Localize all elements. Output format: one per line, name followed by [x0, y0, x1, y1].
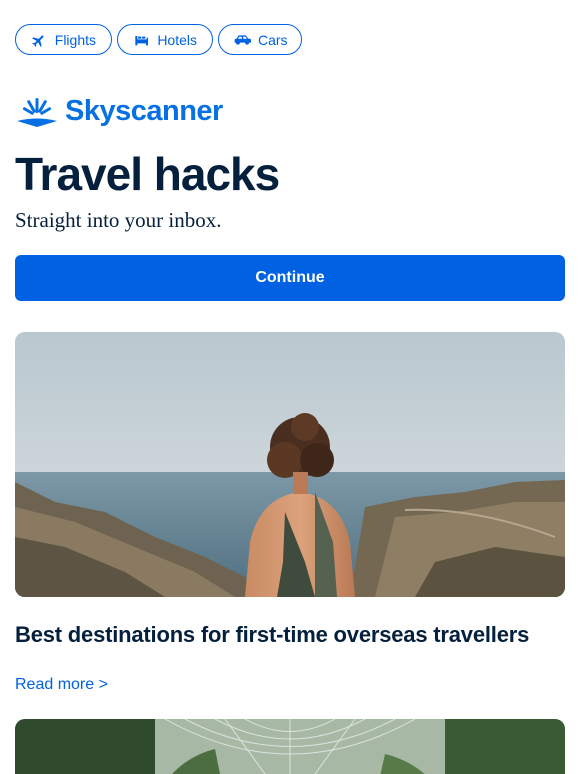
nav-hotels-label: Hotels [157, 31, 197, 48]
nav-hotels-button[interactable]: Hotels [117, 24, 213, 55]
sunrise-logo-icon [17, 97, 57, 127]
read-more-link[interactable]: Read more > [15, 676, 108, 694]
article-title[interactable]: Best destinations for first-time oversea… [15, 622, 529, 648]
continue-button[interactable]: Continue [15, 255, 565, 301]
nav-cars-button[interactable]: Cars [218, 24, 302, 55]
page-subtitle: Straight into your inbox. [15, 208, 222, 232]
nav-flights-button[interactable]: Flights [15, 24, 112, 55]
brand-name: Skyscanner [65, 95, 223, 127]
bed-icon [133, 31, 150, 49]
plane-icon [31, 31, 48, 49]
car-icon [234, 31, 251, 49]
article-hero-image[interactable] [15, 332, 565, 597]
top-nav: Flights Hotels Cars [15, 24, 302, 55]
nav-flights-label: Flights [54, 31, 96, 48]
nav-cars-label: Cars [258, 31, 288, 48]
skyscanner-logo[interactable]: Skyscanner [15, 95, 223, 128]
second-article-image[interactable] [15, 719, 565, 774]
newsletter-page: Flights Hotels Cars Skyscanner Travel ha… [0, 0, 580, 774]
page-title: Travel hacks [15, 148, 280, 200]
